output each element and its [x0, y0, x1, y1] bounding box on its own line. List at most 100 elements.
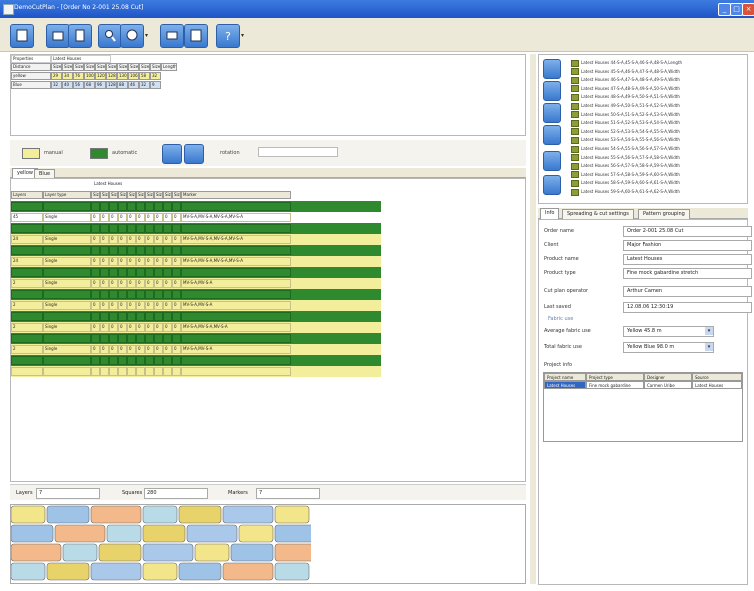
- grid-cell[interactable]: MV-S-A,MV-S-A,MV-S-A: [181, 323, 291, 332]
- grid-cell[interactable]: 0: [172, 279, 181, 288]
- marker-file-item[interactable]: Latest Houses 49-S-A,50-S-A,51-S-A,52-S-…: [571, 102, 680, 110]
- grid-cell[interactable]: 0: [118, 235, 127, 244]
- grid-cell[interactable]: [43, 290, 91, 299]
- grid-cell[interactable]: [109, 224, 118, 233]
- marker-file-item[interactable]: Latest Houses 54-S-A,55-S-A,56-S-A,57-S-…: [571, 145, 680, 153]
- project-cell[interactable]: Fine mock gabardine: [586, 381, 644, 389]
- grid-cell[interactable]: 130: [117, 72, 128, 80]
- grid-cell[interactable]: [172, 202, 181, 211]
- grid-cell[interactable]: [136, 290, 145, 299]
- rotate-right-button[interactable]: [184, 144, 204, 164]
- grid-cell[interactable]: [154, 334, 163, 343]
- save-button[interactable]: [68, 24, 92, 48]
- grid-cell[interactable]: 128: [106, 72, 117, 80]
- grid-cell[interactable]: [91, 224, 100, 233]
- grid-cell[interactable]: 0: [91, 257, 100, 266]
- grid-cell[interactable]: [163, 202, 172, 211]
- grid-cell[interactable]: [118, 334, 127, 343]
- grid-cell[interactable]: Single: [43, 213, 91, 222]
- grid-cell[interactable]: [136, 367, 145, 376]
- grid-cell[interactable]: 128: [106, 81, 117, 89]
- panel-button-5[interactable]: [543, 151, 561, 171]
- grid-cell[interactable]: [43, 268, 91, 277]
- grid-cell[interactable]: [154, 202, 163, 211]
- grid-cell[interactable]: 0: [100, 213, 109, 222]
- grid-column-header[interactable]: Size 10: [172, 191, 181, 199]
- grid-cell[interactable]: 0: [100, 279, 109, 288]
- grid-cell[interactable]: Size 10: [150, 63, 161, 71]
- grid-cell[interactable]: 0: [163, 279, 172, 288]
- grid-cell[interactable]: [163, 356, 172, 365]
- grid-cell[interactable]: [181, 202, 291, 211]
- grid-cell[interactable]: Size 2: [62, 63, 73, 71]
- grid-cell[interactable]: 0: [154, 279, 163, 288]
- grid-cell[interactable]: [181, 224, 291, 233]
- grid-cell[interactable]: 9: [150, 81, 161, 89]
- grid-cell[interactable]: 0: [154, 235, 163, 244]
- grid-cell[interactable]: [145, 268, 154, 277]
- grid-cell[interactable]: [109, 356, 118, 365]
- grid-cell[interactable]: [154, 356, 163, 365]
- grid-cell[interactable]: MV-S-A,MV-S-A: [181, 279, 291, 288]
- grid-cell[interactable]: 0: [136, 279, 145, 288]
- grid-cell[interactable]: 58: [139, 72, 150, 80]
- grid-cell[interactable]: [127, 367, 136, 376]
- grid-cell[interactable]: 2: [11, 301, 43, 310]
- marker-file-item[interactable]: Latest Houses 44-S-A,45-S-A,46-S-A,48-S-…: [571, 59, 682, 67]
- grid-cell[interactable]: [163, 224, 172, 233]
- grid-cell[interactable]: 40: [62, 81, 73, 89]
- grid-cell[interactable]: [91, 334, 100, 343]
- grid-cell[interactable]: 0: [136, 345, 145, 354]
- grid-cell[interactable]: [154, 268, 163, 277]
- grid-cell[interactable]: 2: [11, 323, 43, 332]
- grid-cell[interactable]: [163, 334, 172, 343]
- grid-cell[interactable]: 0: [145, 257, 154, 266]
- grid-column-header[interactable]: Size 1: [91, 191, 100, 199]
- grid-column-header[interactable]: Size 3: [109, 191, 118, 199]
- grid-cell[interactable]: [91, 356, 100, 365]
- grid-cell[interactable]: Size 3: [73, 63, 84, 71]
- grid-cell[interactable]: 0: [118, 279, 127, 288]
- grid-column-header[interactable]: Marker: [181, 191, 291, 199]
- grid-cell[interactable]: 0: [136, 213, 145, 222]
- grid-cell[interactable]: [154, 224, 163, 233]
- grid-cell[interactable]: [163, 268, 172, 277]
- grid-cell[interactable]: [11, 367, 43, 376]
- grid-cell[interactable]: [127, 312, 136, 321]
- grid-cell[interactable]: 0: [163, 323, 172, 332]
- grid-cell[interactable]: 0: [145, 213, 154, 222]
- order-name-field[interactable]: Order 2-001 25.08 Cut: [623, 226, 752, 237]
- grid-cell[interactable]: [136, 334, 145, 343]
- grid-cell[interactable]: 45: [11, 213, 43, 222]
- marker-file-item[interactable]: Latest Houses 46-S-A,47-S-A,48-S-A,49-S-…: [571, 76, 680, 84]
- grid-cell[interactable]: [11, 290, 43, 299]
- panel-splitter[interactable]: [530, 54, 536, 584]
- marker-file-item[interactable]: Latest Houses 56-S-A,57-S-A,58-S-A,59-S-…: [571, 162, 680, 170]
- grid-column-header[interactable]: Size 6: [136, 191, 145, 199]
- grid-cell[interactable]: 76: [73, 72, 84, 80]
- grid-cell[interactable]: 0: [136, 257, 145, 266]
- marker-file-item[interactable]: Latest Houses 50-S-A,51-S-A,52-S-A,53-S-…: [571, 111, 680, 119]
- grid-cell[interactable]: [100, 224, 109, 233]
- marker-preview[interactable]: [10, 504, 526, 584]
- grid-cell[interactable]: 0: [163, 257, 172, 266]
- grid-cell[interactable]: 0: [127, 323, 136, 332]
- grid-cell[interactable]: 32: [51, 81, 62, 89]
- grid-cell[interactable]: 0: [154, 213, 163, 222]
- grid-column-header[interactable]: Size 7: [145, 191, 154, 199]
- grid-cell[interactable]: Single: [43, 301, 91, 310]
- grid-cell[interactable]: [136, 268, 145, 277]
- grid-cell[interactable]: [154, 367, 163, 376]
- grid-cell[interactable]: [118, 246, 127, 255]
- grid-cell[interactable]: 0: [109, 323, 118, 332]
- new-button[interactable]: [10, 24, 34, 48]
- grid-cell[interactable]: [11, 246, 43, 255]
- client-field[interactable]: Major Fashion: [623, 240, 752, 251]
- grid-cell[interactable]: 100: [84, 72, 95, 80]
- grid-cell[interactable]: [136, 312, 145, 321]
- grid-cell[interactable]: [109, 290, 118, 299]
- grid-cell[interactable]: [43, 356, 91, 365]
- grid-cell[interactable]: [127, 356, 136, 365]
- grid-cell[interactable]: [100, 268, 109, 277]
- grid-cell[interactable]: 96: [95, 81, 106, 89]
